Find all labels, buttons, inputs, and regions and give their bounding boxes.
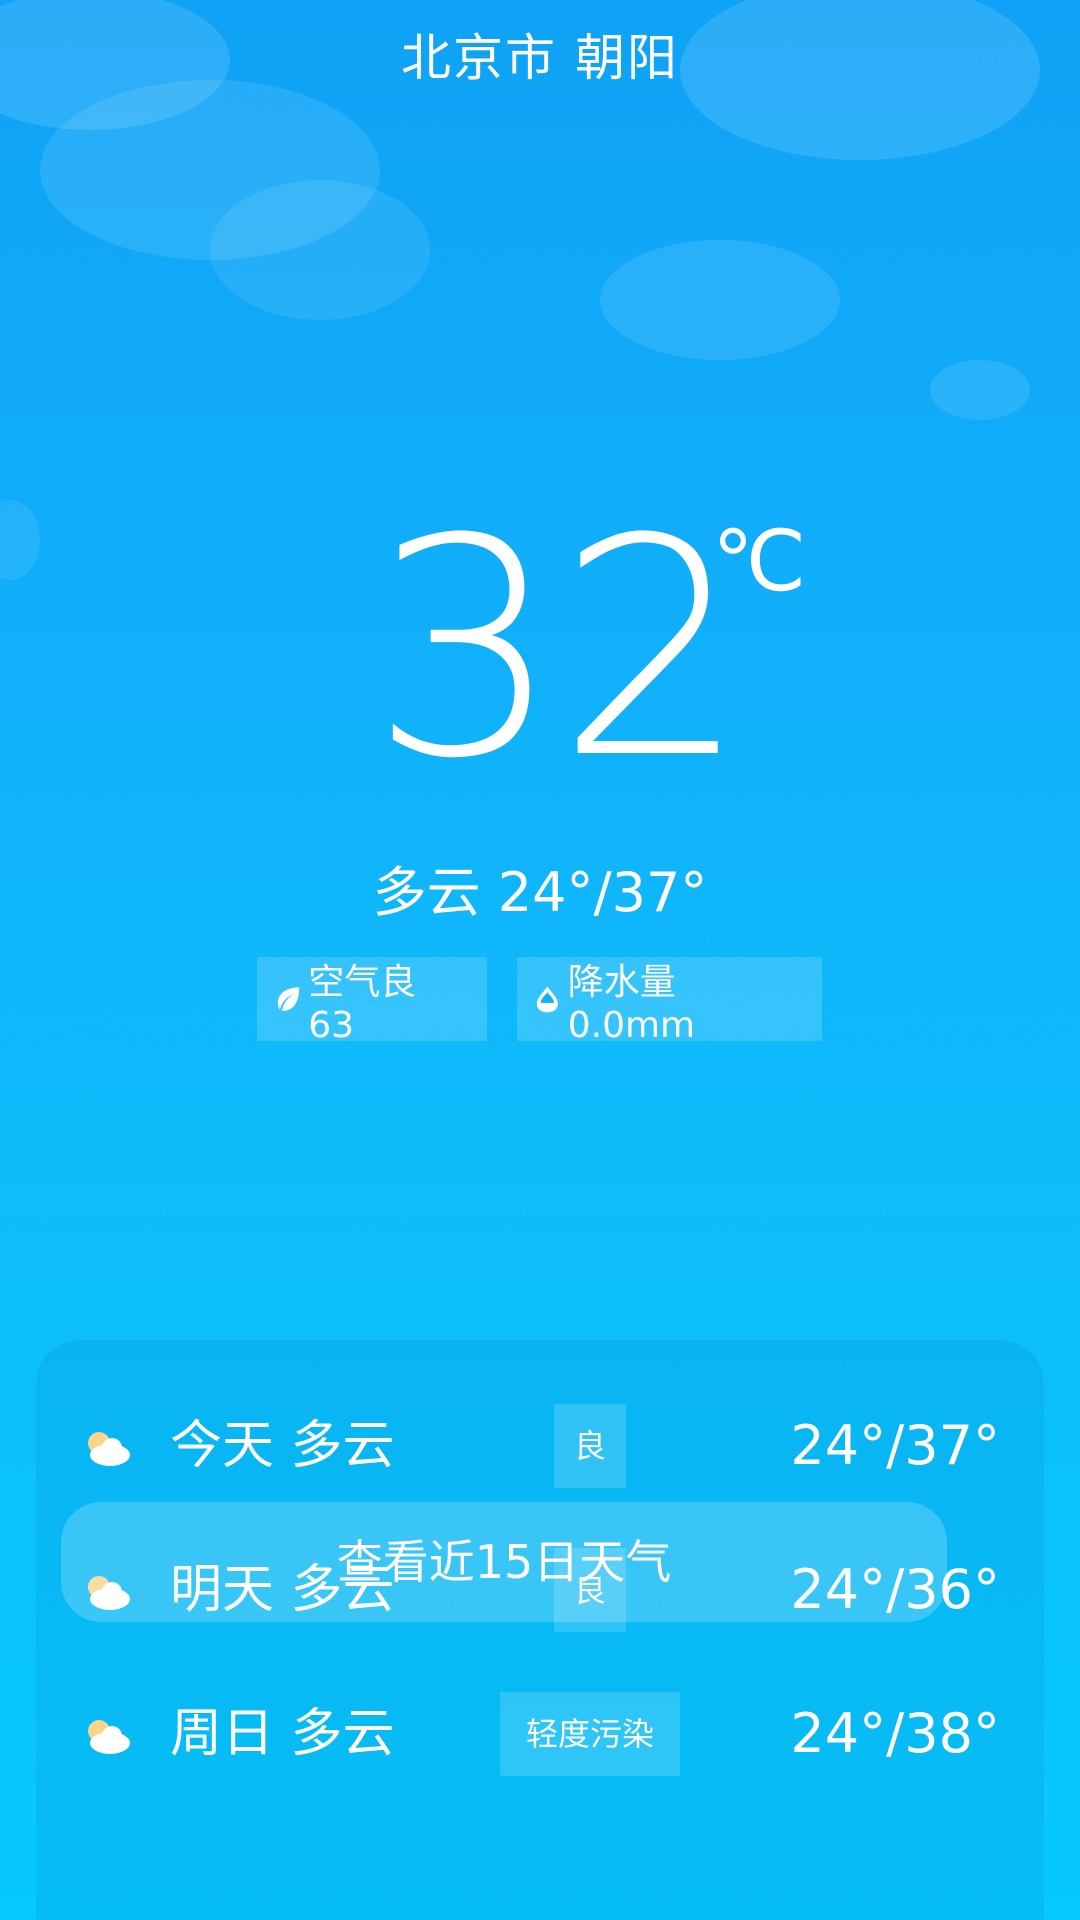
- temperature-unit: ℃: [712, 512, 807, 610]
- forecast-card: 今天 多云 良 24°/37° 明天 多云 良 24°/36° 周日 多云 轻度…: [36, 1340, 1044, 1920]
- weather-summary: 多云 24°/37°: [372, 861, 708, 924]
- partly-cloudy-icon: [88, 1432, 130, 1466]
- leaf-icon: [277, 987, 300, 1011]
- air-quality-label: 空气良 63: [308, 961, 417, 1046]
- forecast-temp-range: 24°/37°: [790, 1414, 1000, 1477]
- current-temperature-block: 32 ℃: [0, 500, 1080, 800]
- raindrop-icon: [536, 986, 558, 1013]
- forecast-temp-range: 24°/38°: [790, 1702, 1000, 1765]
- forecast-aqi-badge: 轻度污染: [500, 1692, 680, 1776]
- city-title[interactable]: 北京市 朝阳: [0, 18, 1080, 90]
- air-quality-chip[interactable]: 空气良 63: [257, 957, 487, 1046]
- forecast-row-today[interactable]: 今天 多云 良 24°/37°: [36, 1402, 1044, 1492]
- forecast-row-sunday[interactable]: 周日 多云 轻度污染 24°/38°: [36, 1690, 1044, 1780]
- view-15-day-forecast-button[interactable]: 查看近15日天气: [61, 1502, 947, 1622]
- forecast-aqi-badge: 良: [554, 1404, 626, 1488]
- partly-cloudy-icon: [88, 1720, 130, 1754]
- precipitation-chip[interactable]: 降水量 0.0mm: [517, 957, 822, 1046]
- current-temperature: 32: [370, 475, 748, 824]
- forecast-day-label: 今天 多云: [170, 1416, 395, 1476]
- precipitation-label: 降水量 0.0mm: [567, 961, 696, 1046]
- forecast-day-label: 周日 多云: [170, 1704, 395, 1764]
